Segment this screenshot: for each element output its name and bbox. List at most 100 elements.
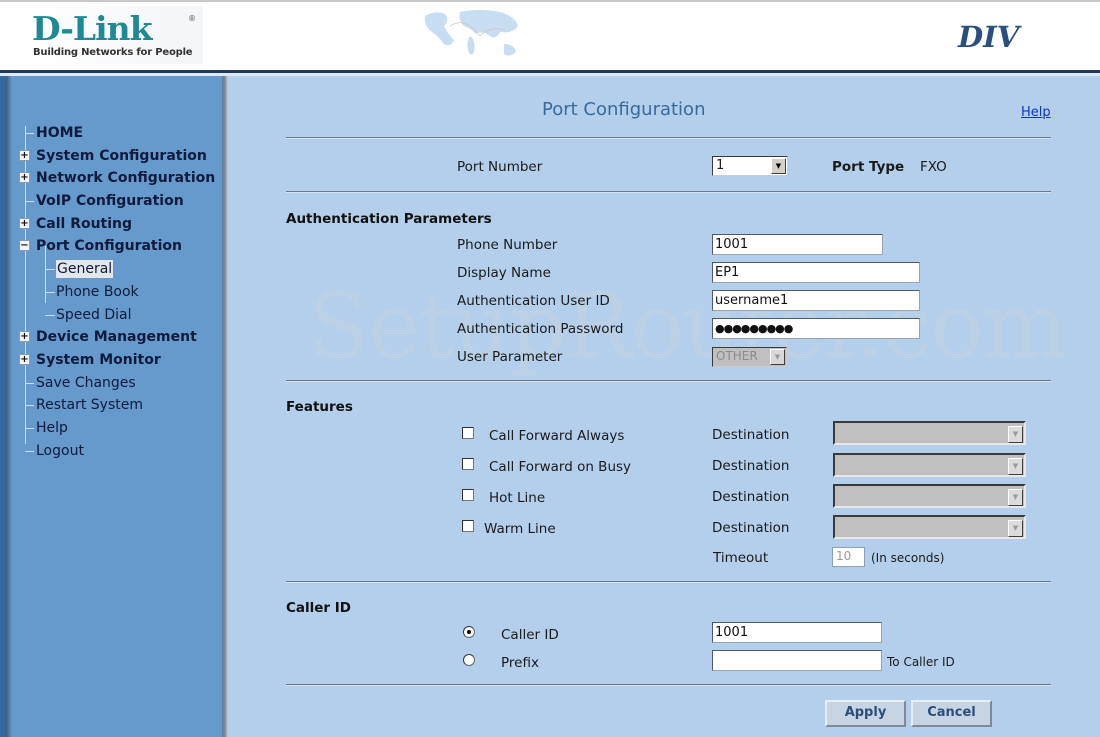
prefix-suffix-label: To Caller ID <box>887 655 955 669</box>
expand-plus-icon[interactable]: + <box>19 149 30 161</box>
warm-line-checkbox[interactable] <box>462 520 474 532</box>
prefix-option-label: Prefix <box>501 655 539 671</box>
call-forward-busy-checkbox[interactable] <box>462 458 474 470</box>
world-map-icon <box>424 10 518 56</box>
divider <box>286 137 1051 139</box>
port-number-label: Port Number <box>457 159 543 175</box>
timeout-unit: (In seconds) <box>871 551 945 565</box>
sidebar-item-label: Phone Book <box>56 283 139 300</box>
destination-label: Destination <box>712 427 790 443</box>
sidebar-item-label: Call Routing <box>36 215 133 232</box>
port-type-label: Port Type <box>832 159 905 175</box>
user-parameter-label: User Parameter <box>457 349 563 365</box>
tree-connector <box>25 201 34 203</box>
tree-connector <box>25 382 34 384</box>
tree-connector <box>25 405 34 407</box>
phone-number-label: Phone Number <box>457 237 558 253</box>
sidebar-item-label: General <box>56 260 114 279</box>
display-name-label: Display Name <box>457 265 551 281</box>
sidebar-item-label: Device Management <box>36 329 197 346</box>
logo-registered-mark: ® <box>188 14 196 23</box>
hot-line-checkbox[interactable] <box>462 489 474 501</box>
chevron-down-icon: ▼ <box>1008 489 1023 506</box>
tree-connector <box>25 133 34 134</box>
prefix-input[interactable] <box>712 650 882 671</box>
call-forward-busy-label: Call Forward on Busy <box>489 459 632 475</box>
auth-user-id-label: Authentication User ID <box>457 293 610 309</box>
features-section-title: Features <box>286 399 353 415</box>
expand-plus-icon[interactable]: + <box>19 217 30 229</box>
apply-button[interactable]: Apply <box>825 700 906 727</box>
expand-plus-icon[interactable]: + <box>19 331 30 343</box>
call-forward-always-label: Call Forward Always <box>489 428 625 444</box>
sidebar-item-label: System Configuration <box>36 147 207 164</box>
caller-id-input[interactable]: 1001 <box>712 622 882 643</box>
logo-tagline: Building Networks for People <box>33 47 193 58</box>
sidebar-item-label: Network Configuration <box>36 170 216 187</box>
chevron-down-icon: ▼ <box>1008 520 1023 537</box>
sidebar-item-label: HOME <box>36 125 84 141</box>
auth-user-id-input[interactable]: username1 <box>712 290 920 311</box>
phone-number-input[interactable]: 1001 <box>712 234 883 255</box>
caller-id-option-label: Caller ID <box>501 627 559 643</box>
help-link[interactable]: Help <box>1021 105 1051 120</box>
watermark: SetupRouter.com <box>308 274 1068 379</box>
chevron-down-icon: ▼ <box>771 158 786 174</box>
tree-connector <box>25 427 34 429</box>
collapse-minus-icon[interactable]: − <box>19 240 30 252</box>
sidebar-item-label: Logout <box>36 442 84 459</box>
display-name-input[interactable]: EP1 <box>712 262 920 283</box>
port-number-value: 1 <box>716 158 725 173</box>
header: D-Link ® Building Networks for People DI… <box>0 0 1100 72</box>
destination-label: Destination <box>712 489 790 505</box>
sidebar: HOME + System Configuration + Network Config… <box>0 76 228 737</box>
main-content: SetupRouter.com Port Configuration Help … <box>228 76 1100 737</box>
divider <box>286 684 1051 686</box>
warm-line-destination-select[interactable]: ▼ <box>833 515 1026 539</box>
auth-password-label: Authentication Password <box>457 321 624 337</box>
port-type-value: FXO <box>920 159 947 175</box>
logo-text: D-Link <box>32 9 153 48</box>
destination-label: Destination <box>712 520 790 536</box>
auth-section-title: Authentication Parameters <box>286 211 492 227</box>
call-forward-busy-destination-select[interactable]: ▼ <box>833 453 1026 477</box>
sidebar-item-label: Restart System <box>36 397 143 414</box>
divider <box>286 191 1051 193</box>
sidebar-item-label: Port Configuration <box>36 238 183 255</box>
sidebar-item-label: System Monitor <box>36 351 161 368</box>
caller-id-section-title: Caller ID <box>286 600 352 616</box>
sidebar-item-label: Help <box>36 419 68 436</box>
dlink-logo: D-Link ® Building Networks for People <box>28 6 203 64</box>
user-parameter-value: OTHER <box>716 349 758 363</box>
call-forward-always-destination-select[interactable]: ▼ <box>833 421 1026 445</box>
tree-connector <box>45 269 55 271</box>
hot-line-label: Hot Line <box>489 490 546 506</box>
divider <box>286 380 1051 382</box>
call-forward-always-checkbox[interactable] <box>462 427 474 439</box>
user-parameter-select[interactable]: OTHER ▼ <box>712 347 787 367</box>
chevron-down-icon: ▼ <box>1008 458 1023 475</box>
divider <box>286 581 1051 583</box>
hot-line-destination-select[interactable]: ▼ <box>833 484 1026 508</box>
tree-connector <box>25 450 34 452</box>
sidebar-item-label: Save Changes <box>36 374 136 391</box>
chevron-down-icon: ▼ <box>1008 426 1023 443</box>
timeout-input[interactable]: 10 <box>832 547 865 567</box>
destination-label: Destination <box>712 458 790 474</box>
cancel-button[interactable]: Cancel <box>911 700 992 727</box>
tree-connector <box>45 314 55 316</box>
sidebar-item-label: VoIP Configuration <box>36 193 184 210</box>
chevron-down-icon: ▼ <box>770 349 785 365</box>
expand-plus-icon[interactable]: + <box>19 172 30 184</box>
model-name: DIV <box>958 20 1020 54</box>
page-title: Port Configuration <box>542 99 706 120</box>
port-number-select[interactable]: 1 ▼ <box>712 156 788 176</box>
caller-id-radio[interactable] <box>463 626 475 638</box>
expand-plus-icon[interactable]: + <box>19 353 30 365</box>
auth-password-input[interactable]: ●●●●●●●●● <box>712 318 920 339</box>
timeout-label: Timeout <box>713 550 769 566</box>
prefix-radio[interactable] <box>463 654 475 666</box>
sidebar-item-label: Speed Dial <box>56 306 132 323</box>
warm-line-label: Warm Line <box>484 521 556 537</box>
tree-connector <box>45 291 55 293</box>
